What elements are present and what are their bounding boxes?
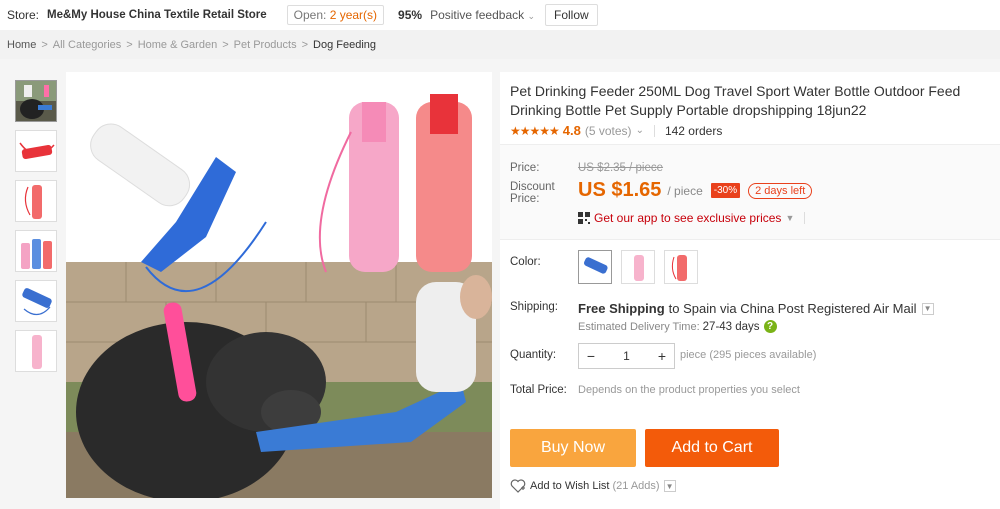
increase-button[interactable]: + bbox=[650, 348, 674, 364]
breadcrumb-all-categories[interactable]: All Categories bbox=[53, 39, 121, 51]
quantity-input[interactable]: 1 bbox=[603, 349, 650, 363]
color-swatches bbox=[578, 250, 707, 284]
breadcrumb-pet-products[interactable]: Pet Products bbox=[234, 39, 297, 51]
delivery-days: 27-43 days bbox=[702, 320, 760, 333]
thumb-red-bottle-upright-image bbox=[16, 181, 56, 221]
store-name[interactable]: Me&My House China Textile Retail Store bbox=[47, 9, 267, 21]
product-info-panel: Pet Drinking Feeder 250ML Dog Travel Spo… bbox=[500, 72, 1000, 509]
price-unit: / piece bbox=[667, 183, 703, 198]
color-label: Color: bbox=[510, 256, 541, 268]
discount-badge: -30% bbox=[710, 183, 741, 198]
thumbnail-4[interactable] bbox=[15, 230, 57, 272]
thumb-dog-image bbox=[16, 81, 56, 121]
caret-down-icon: ▼ bbox=[785, 213, 795, 223]
heart-icon bbox=[510, 479, 526, 493]
product-title: Pet Drinking Feeder 250ML Dog Travel Spo… bbox=[510, 83, 961, 118]
decrease-button[interactable]: − bbox=[579, 348, 603, 364]
discount-price-label: Discount Price: bbox=[510, 181, 555, 205]
thumbnail-3[interactable] bbox=[15, 180, 57, 222]
divider bbox=[653, 124, 655, 137]
breadcrumb-home-garden[interactable]: Home & Garden bbox=[138, 39, 217, 51]
shipping-dropdown-icon[interactable]: ▼ bbox=[921, 302, 934, 315]
feedback-percent: 95% bbox=[398, 8, 423, 22]
color-option-blue[interactable] bbox=[578, 250, 612, 284]
help-icon[interactable]: ? bbox=[763, 320, 777, 333]
wishlist-dropdown-icon[interactable]: ▼ bbox=[663, 480, 676, 492]
thumb-three-bottles-image bbox=[16, 231, 56, 271]
app-promo-text: Get our app to see exclusive prices bbox=[594, 211, 782, 225]
store-bar: Store: Me&My House China Textile Retail … bbox=[0, 0, 1000, 30]
divider bbox=[804, 212, 806, 224]
feedback-label: Positive feedback bbox=[430, 8, 525, 22]
store-open-years: 2 year(s) bbox=[329, 8, 378, 22]
thumb-red-bottle-image bbox=[16, 131, 56, 171]
blue-bottle-swatch-image bbox=[583, 257, 608, 274]
thumbnail-1[interactable] bbox=[15, 80, 57, 122]
rating-value: 4.8 bbox=[562, 123, 581, 138]
free-shipping-text: Free Shipping bbox=[578, 301, 665, 316]
main-product-image[interactable] bbox=[66, 72, 492, 498]
total-price-label: Total Price: bbox=[510, 384, 567, 396]
star-rating-icon[interactable]: ★★★★★ bbox=[510, 124, 560, 138]
price-label: Price: bbox=[510, 162, 540, 174]
breadcrumb-separator: > bbox=[222, 38, 229, 51]
color-option-pink[interactable] bbox=[621, 250, 655, 284]
discount-price-row: US $1.65 / piece -30% 2 days left bbox=[578, 179, 813, 202]
total-price-description: Depends on the product properties you se… bbox=[578, 384, 800, 396]
shipping-method: to Spain via China Post Registered Air M… bbox=[668, 301, 917, 316]
thumbnail-6[interactable] bbox=[15, 330, 57, 372]
breadcrumb-separator: > bbox=[41, 38, 48, 51]
breadcrumb-dog-feeding[interactable]: Dog Feeding bbox=[313, 39, 376, 51]
rating-votes[interactable]: (5 votes) bbox=[585, 124, 632, 138]
color-option-red[interactable] bbox=[664, 250, 698, 284]
chevron-down-icon[interactable]: ⌄ bbox=[636, 125, 644, 136]
thumbnail-2[interactable] bbox=[15, 130, 57, 172]
thumb-blue-bottle-image bbox=[16, 281, 56, 321]
quantity-label: Quantity: bbox=[510, 349, 557, 361]
chevron-down-icon: ⌄ bbox=[527, 11, 536, 21]
delivery-label: Estimated Delivery Time: bbox=[578, 320, 700, 333]
wishlist-count: (21 Adds) bbox=[612, 480, 660, 492]
price-box: Price: US $2.35 / piece Discount Price: … bbox=[500, 144, 1000, 240]
breadcrumb-separator: > bbox=[301, 38, 309, 51]
add-to-wishlist[interactable]: Add to Wish List (21 Adds) ▼ bbox=[510, 479, 676, 493]
qr-code-icon bbox=[578, 212, 590, 224]
store-open-prefix: Open: bbox=[293, 8, 327, 22]
breadcrumb: Home > All Categories > Home & Garden > … bbox=[0, 30, 1000, 59]
thumbnail-list bbox=[8, 72, 64, 372]
store-label: Store: bbox=[7, 8, 40, 22]
days-left-badge: 2 days left bbox=[748, 182, 813, 199]
store-open-badge: Open: 2 year(s) bbox=[286, 5, 385, 25]
breadcrumb-home[interactable]: Home bbox=[7, 39, 36, 51]
app-promo-link[interactable]: Get our app to see exclusive prices ▼ bbox=[578, 211, 806, 225]
red-bottle-swatch-image bbox=[671, 255, 687, 281]
rating-row: ★★★★★ 4.8 (5 votes) ⌄ 142 orders bbox=[510, 123, 722, 138]
add-to-cart-button[interactable]: Add to Cart bbox=[645, 429, 779, 467]
orders-count: 142 orders bbox=[664, 123, 723, 138]
original-price: US $2.35 / piece bbox=[578, 162, 664, 174]
breadcrumb-separator: > bbox=[126, 38, 133, 51]
main-image-illustration bbox=[66, 72, 492, 498]
shipping-info: Free Shipping to Spain via China Post Re… bbox=[578, 301, 934, 316]
feedback-link[interactable]: Positive feedback ⌄ bbox=[430, 8, 535, 22]
available-pieces: piece (295 pieces available) bbox=[680, 349, 817, 361]
buy-now-button[interactable]: Buy Now bbox=[510, 429, 636, 467]
wishlist-label: Add to Wish List bbox=[530, 480, 610, 492]
discount-price: US $1.65 bbox=[578, 179, 662, 201]
delivery-estimate: Estimated Delivery Time: 27-43 days ? bbox=[578, 320, 777, 333]
quantity-stepper: − 1 + bbox=[578, 343, 675, 369]
thumb-pink-bottle-image bbox=[16, 331, 56, 371]
pink-bottle-swatch-image bbox=[634, 255, 644, 281]
follow-button[interactable]: Follow bbox=[545, 4, 598, 26]
thumbnail-5[interactable] bbox=[15, 280, 57, 322]
shipping-label: Shipping: bbox=[510, 301, 558, 313]
